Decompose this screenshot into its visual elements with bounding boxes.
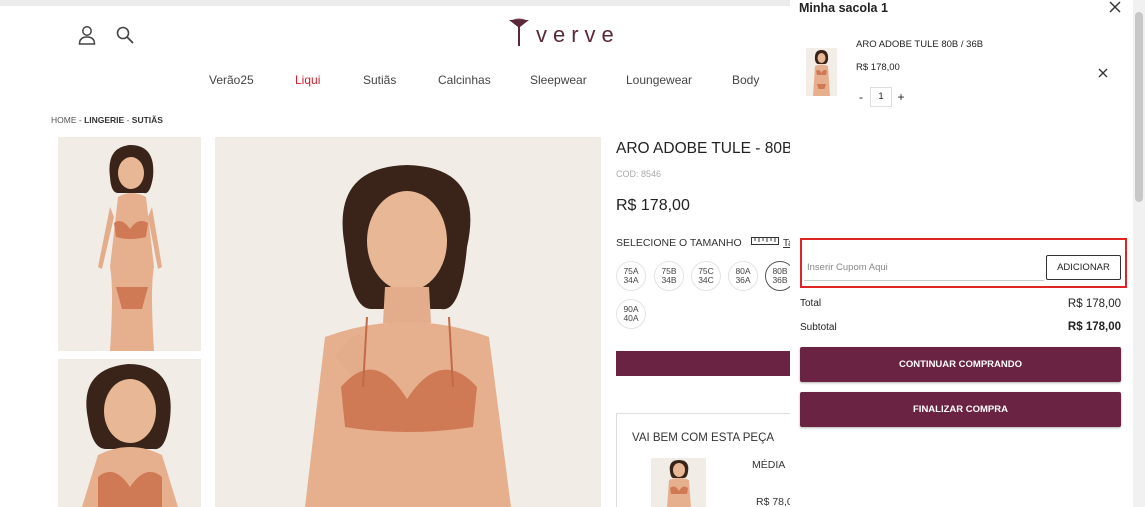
product-price: R$ 178,00 bbox=[616, 197, 690, 214]
quantity-stepper: - 1 + bbox=[854, 87, 908, 107]
size-option-75c[interactable]: 75C 34C bbox=[691, 261, 721, 291]
size-option-75a[interactable]: 75A 34A bbox=[616, 261, 646, 291]
subtotal-value: R$ 178,00 bbox=[1067, 321, 1121, 333]
size-bottom: 36A bbox=[735, 275, 751, 285]
product-thumbnail-1[interactable] bbox=[58, 137, 201, 351]
qty-decrease-button[interactable]: - bbox=[854, 90, 868, 104]
ruler-icon bbox=[751, 237, 779, 249]
coupon-input[interactable] bbox=[804, 255, 1044, 281]
size-option-75b[interactable]: 75B 34B bbox=[654, 261, 684, 291]
size-option-80a[interactable]: 80A 36A bbox=[728, 261, 758, 291]
size-select-label: SELECIONE O TAMANHO bbox=[616, 237, 742, 249]
product-main-image[interactable] bbox=[215, 137, 601, 507]
nav-item-sutias[interactable]: Sutiãs bbox=[363, 73, 396, 87]
product-thumbnail-2[interactable] bbox=[58, 359, 201, 507]
breadcrumb-lingerie[interactable]: LINGERIE bbox=[84, 115, 124, 125]
total-value: R$ 178,00 bbox=[1067, 298, 1121, 310]
brand-logo[interactable]: verve bbox=[508, 18, 620, 52]
size-guide-link[interactable]: Ta bbox=[751, 237, 794, 249]
logo-text: verve bbox=[536, 22, 620, 47]
breadcrumb-sutias[interactable]: SUTIÃS bbox=[132, 115, 163, 125]
nav-item-body[interactable]: Body bbox=[732, 73, 759, 87]
total-label: Total bbox=[800, 298, 822, 309]
qty-increase-button[interactable]: + bbox=[894, 90, 908, 104]
product-title: ARO ADOBE TULE - 80B / bbox=[616, 140, 801, 157]
breadcrumb-sep: - bbox=[76, 115, 85, 125]
breadcrumb-home[interactable]: HOME bbox=[51, 115, 77, 125]
breadcrumb: HOME - LINGERIE - SUTIÃS bbox=[51, 115, 163, 125]
suggestion-thumbnail[interactable] bbox=[651, 458, 706, 507]
cart-title: Minha sacola 1 bbox=[799, 1, 888, 15]
logo-mark-icon bbox=[508, 18, 530, 53]
nav-item-calcinhas[interactable]: Calcinhas bbox=[438, 73, 491, 87]
cart-item-price: R$ 178,00 bbox=[856, 62, 900, 73]
user-icon[interactable] bbox=[76, 24, 98, 46]
search-icon[interactable] bbox=[114, 24, 136, 46]
size-bottom: 34C bbox=[698, 275, 714, 285]
cart-item-thumbnail[interactable] bbox=[806, 48, 837, 96]
nav-item-liqui[interactable]: Liqui bbox=[295, 73, 320, 87]
cart-item-name[interactable]: ARO ADOBE TULE 80B / 36B bbox=[856, 39, 983, 50]
size-option-90a[interactable]: 90A 40A bbox=[616, 299, 646, 329]
continue-shopping-button[interactable]: CONTINUAR COMPRANDO bbox=[800, 347, 1121, 382]
suggestion-title: VAI BEM COM ESTA PEÇA bbox=[632, 432, 775, 444]
top-strip bbox=[0, 0, 790, 6]
nav-item-sleepwear[interactable]: Sleepwear bbox=[530, 73, 587, 87]
checkout-button[interactable]: FINALIZAR COMPRA bbox=[800, 392, 1121, 427]
cart-drawer: Minha sacola 1 ARO ADOBE TULE 80B / 36B … bbox=[790, 0, 1145, 507]
main-nav: Verão25 Liqui Sutiãs Calcinhas Sleepwear… bbox=[0, 73, 790, 89]
size-bottom: 40A bbox=[623, 313, 639, 323]
close-icon[interactable] bbox=[1108, 0, 1122, 14]
suggestion-price: R$ 78,0 bbox=[756, 496, 793, 507]
size-bottom: 34A bbox=[623, 275, 639, 285]
subtotal-label: Subtotal bbox=[800, 322, 837, 333]
product-code: COD: 8546 bbox=[616, 169, 662, 179]
nav-item-verao25[interactable]: Verão25 bbox=[209, 73, 254, 87]
size-bottom: 36B bbox=[772, 275, 788, 285]
nav-item-loungewear[interactable]: Loungewear bbox=[626, 73, 692, 87]
scrollbar-thumb[interactable] bbox=[1135, 12, 1143, 202]
remove-item-icon[interactable] bbox=[1097, 66, 1109, 78]
scrollbar[interactable] bbox=[1133, 0, 1145, 507]
size-bottom: 34B bbox=[661, 275, 677, 285]
apply-coupon-button[interactable]: ADICIONAR bbox=[1046, 255, 1121, 280]
qty-value[interactable]: 1 bbox=[870, 87, 892, 107]
add-to-bag-button[interactable] bbox=[616, 351, 790, 376]
breadcrumb-sep: - bbox=[124, 115, 132, 125]
suggestion-name[interactable]: MÉDIA bbox=[752, 459, 785, 471]
